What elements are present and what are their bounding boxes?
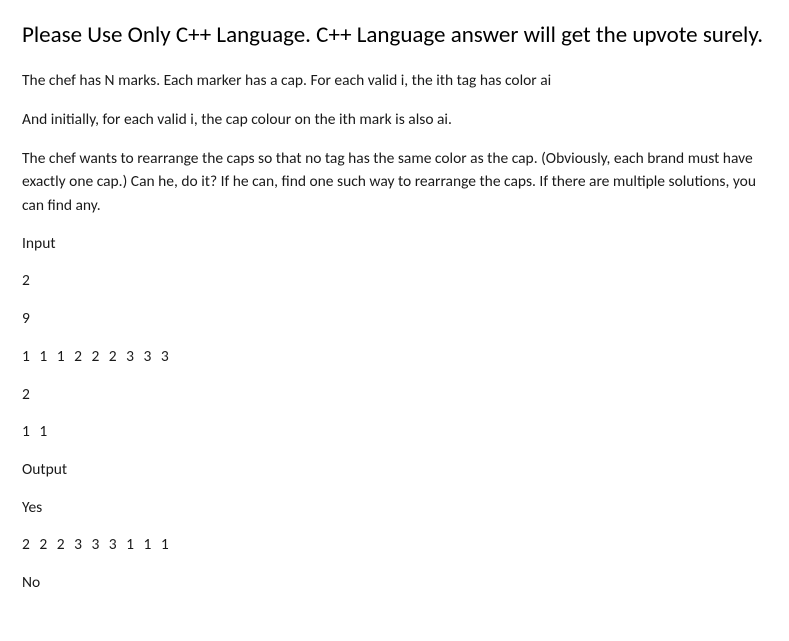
output-line-1: Yes [22,497,767,519]
problem-paragraph-2: And initially, for each valid i, the cap… [22,108,767,131]
output-label: Output [22,459,767,481]
problem-paragraph-3: The chef wants to rearrange the caps so … [22,147,767,217]
input-label: Input [22,233,767,255]
output-line-3: No [22,572,767,594]
input-line-3: 1 1 1 2 2 2 3 3 3 [22,346,767,368]
input-line-2: 9 [22,308,767,330]
input-line-5: 1 1 [22,421,767,443]
output-line-2: 2 2 2 3 3 3 1 1 1 [22,534,767,556]
page-title: Please Use Only C++ Language. C++ Langua… [22,18,767,53]
input-line-1: 2 [22,270,767,292]
input-line-4: 2 [22,384,767,406]
problem-paragraph-1: The chef has N marks. Each marker has a … [22,69,767,92]
